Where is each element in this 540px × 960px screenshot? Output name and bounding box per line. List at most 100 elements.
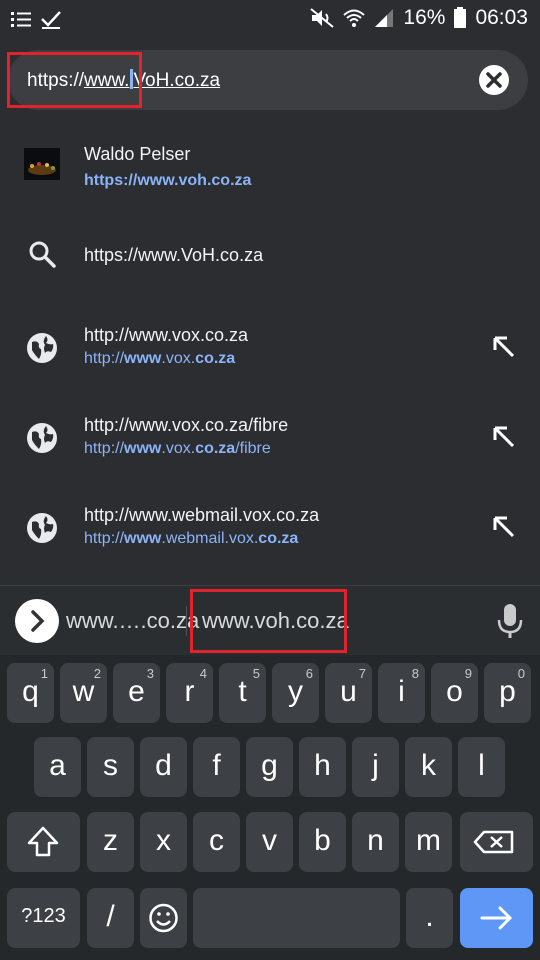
mic-icon[interactable] (496, 602, 524, 640)
key-label: f (212, 749, 221, 782)
suggestion-url: https://www.voh.co.za (84, 172, 251, 190)
key-y[interactable]: y6 (272, 663, 319, 723)
suggestion-item[interactable]: Waldo Pelser https://www.voh.co.za (0, 130, 540, 200)
chevron-right-icon (31, 610, 45, 632)
key-hint: 6 (305, 666, 313, 681)
url-host-rest: VoH.co.za (133, 70, 221, 91)
emoji-key[interactable] (140, 888, 187, 948)
bookmark-thumbnail-icon (24, 148, 60, 180)
key-period[interactable]: . (406, 888, 453, 948)
close-icon (486, 72, 502, 88)
arrow-right-icon (480, 906, 513, 930)
key-a[interactable]: a (34, 737, 81, 797)
key-label: d (155, 749, 172, 782)
key-label: x (156, 824, 171, 857)
highlight-box-suggestion (190, 589, 347, 653)
key-d[interactable]: d (140, 737, 187, 797)
key-t[interactable]: t5 (219, 663, 266, 723)
suggestion-item[interactable]: http://www.vox.co.za/fibre http://www.vo… (0, 400, 540, 480)
key-hint: 7 (358, 666, 366, 681)
signal-icon (375, 9, 394, 27)
key-f[interactable]: f (193, 737, 240, 797)
checkmark-icon (41, 11, 61, 29)
clock: 06:03 (475, 6, 528, 29)
mute-icon (310, 8, 335, 28)
suggestion-url: http://www.webmail.vox.co.za (84, 530, 298, 548)
list-icon (11, 12, 31, 27)
key-label: s (103, 749, 118, 782)
key-label: m (416, 824, 441, 857)
key-m[interactable]: m (405, 812, 452, 872)
refine-arrow-icon[interactable] (491, 514, 517, 540)
suggestion-title: Waldo Pelser (84, 144, 191, 164)
url-part: https://www.voh.co.za (84, 172, 252, 189)
go-key[interactable] (460, 888, 533, 948)
url-part: /fibre (235, 440, 271, 457)
refine-arrow-icon[interactable] (491, 424, 517, 450)
suggestion-item[interactable]: http://www.vox.co.za http://www.vox.co.z… (0, 310, 540, 390)
suggestion-item[interactable]: http://www.webmail.vox.co.za http://www.… (0, 490, 540, 570)
key-label: g (261, 749, 278, 782)
wifi-icon (343, 9, 366, 27)
url-part: .webmail.vox. (161, 530, 259, 547)
key-label: h (314, 749, 331, 782)
suggestion-title: http://www.webmail.vox.co.za (84, 505, 320, 525)
url-part: http:// (84, 440, 125, 457)
key-v[interactable]: v (246, 812, 293, 872)
symbols-key[interactable]: ?123 (7, 888, 80, 948)
url-part: http:// (84, 350, 125, 367)
suggestion-item[interactable]: https://www.VoH.co.za (0, 220, 540, 290)
key-label: j (372, 749, 379, 782)
key-z[interactable]: z (87, 812, 134, 872)
key-e[interactable]: e3 (113, 663, 160, 723)
suggestion-title: https://www.VoH.co.za (84, 245, 264, 265)
search-icon (29, 241, 56, 268)
key-label: / (106, 900, 115, 933)
key-o[interactable]: o9 (431, 663, 478, 723)
key-j[interactable]: j (352, 737, 399, 797)
key-w[interactable]: w2 (60, 663, 107, 723)
key-hint: 2 (93, 666, 101, 681)
suggestion-title: http://www.vox.co.za (84, 325, 249, 345)
key-slash[interactable]: / (87, 888, 134, 948)
key-hint: 9 (464, 666, 472, 681)
globe-icon (27, 333, 57, 363)
key-x[interactable]: x (140, 812, 187, 872)
key-g[interactable]: g (246, 737, 293, 797)
divider (186, 606, 187, 636)
key-hint: 4 (199, 666, 207, 681)
status-bar: 16% 06:03 (0, 0, 540, 38)
key-q[interactable]: q1 (7, 663, 54, 723)
key-c[interactable]: c (193, 812, 240, 872)
backspace-key[interactable] (460, 812, 533, 872)
globe-icon (27, 513, 57, 543)
key-s[interactable]: s (87, 737, 134, 797)
key-label: l (478, 749, 485, 782)
url-part: co.za (195, 440, 236, 457)
shift-key[interactable] (7, 812, 80, 872)
key-label: k (421, 749, 436, 782)
key-p[interactable]: p0 (484, 663, 531, 723)
expand-suggestions-button[interactable] (15, 599, 59, 643)
refine-arrow-icon[interactable] (491, 334, 517, 360)
key-l[interactable]: l (458, 737, 505, 797)
key-i[interactable]: i8 (378, 663, 425, 723)
key-label: n (367, 824, 384, 857)
key-label: b (314, 824, 331, 857)
key-u[interactable]: u7 (325, 663, 372, 723)
clear-button[interactable] (479, 65, 509, 95)
key-b[interactable]: b (299, 812, 346, 872)
key-r[interactable]: r4 (166, 663, 213, 723)
battery-percent: 16% (403, 6, 446, 29)
key-label: a (49, 749, 66, 782)
emoji-icon (149, 903, 178, 933)
key-label: . (425, 900, 434, 933)
keyboard-suggestion[interactable]: www.….co.za (66, 608, 199, 634)
key-k[interactable]: k (405, 737, 452, 797)
key-h[interactable]: h (299, 737, 346, 797)
key-label: z (103, 824, 118, 857)
url-part: www (124, 530, 162, 547)
key-label: c (209, 824, 224, 857)
space-key[interactable] (193, 888, 400, 948)
key-n[interactable]: n (352, 812, 399, 872)
